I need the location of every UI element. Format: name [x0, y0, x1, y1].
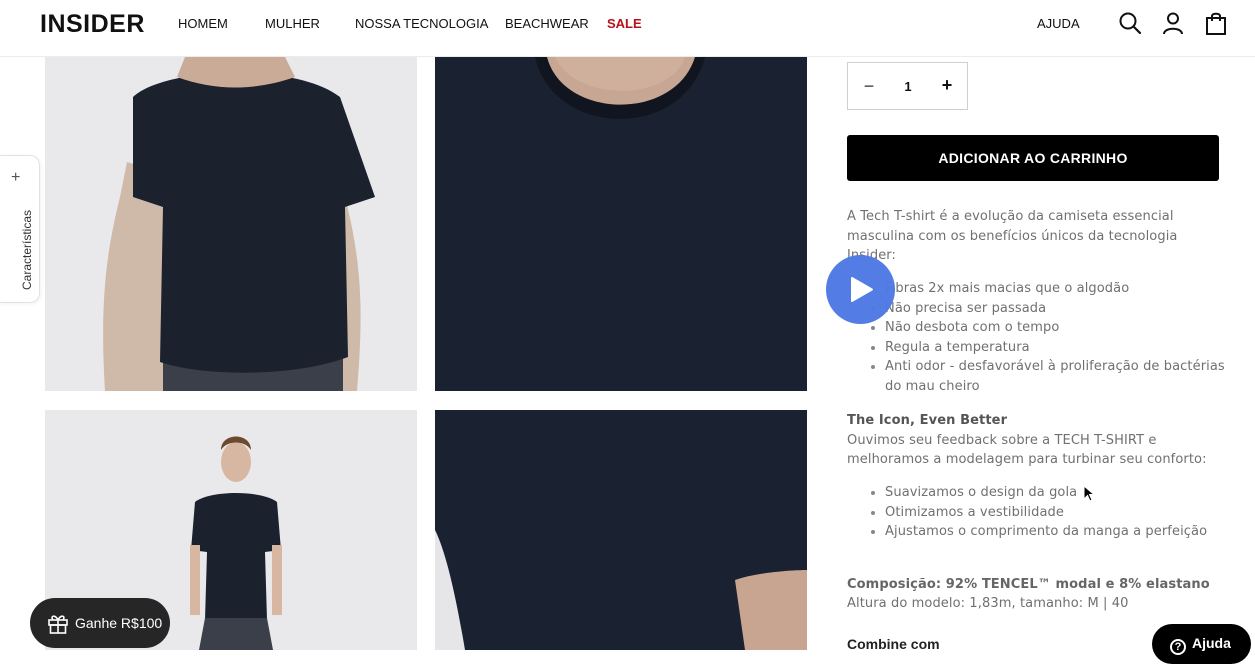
- add-to-cart-button[interactable]: ADICIONAR AO CARRINHO: [847, 135, 1219, 181]
- cursor-icon: [1083, 485, 1095, 502]
- icon-text: Ouvimos seu feedback sobre a TECH T-SHIR…: [847, 432, 1207, 468]
- combine-with-heading: Combine com: [847, 636, 940, 652]
- list-item: Otimizamos a vestibilidade: [885, 503, 1226, 523]
- product-image-collar[interactable]: [435, 57, 807, 391]
- nav-homem[interactable]: HOMEM: [178, 16, 228, 32]
- icon-section: The Icon, Even Better Ouvimos seu feedba…: [847, 411, 1219, 470]
- help-link[interactable]: AJUDA: [1037, 16, 1080, 32]
- nav-sale[interactable]: SALE: [607, 16, 642, 32]
- list-item: Não precisa ser passada: [885, 299, 1226, 319]
- help-icon: ?: [1170, 639, 1186, 655]
- video-play-button[interactable]: [826, 255, 895, 324]
- bag-icon[interactable]: [1204, 11, 1228, 35]
- product-image-back[interactable]: [45, 57, 417, 391]
- quantity-value[interactable]: 1: [896, 79, 920, 94]
- nav-nossa-tecnologia[interactable]: NOSSA TECNOLOGIA: [355, 16, 488, 32]
- nav-mulher[interactable]: MULHER: [265, 16, 320, 32]
- characteristics-tab[interactable]: + Características: [0, 155, 40, 303]
- characteristics-label: Características: [20, 209, 34, 290]
- icon-title: The Icon, Even Better: [847, 413, 1008, 428]
- search-icon[interactable]: [1118, 11, 1142, 35]
- user-icon[interactable]: [1161, 11, 1185, 35]
- list-item: Não desbota com o tempo: [885, 318, 1226, 338]
- gift-icon: [48, 615, 68, 634]
- help-chat-button[interactable]: ? Ajuda: [1152, 624, 1251, 664]
- insider-logo[interactable]: INSIDER: [40, 9, 145, 39]
- product-image-sleeve[interactable]: [435, 410, 807, 650]
- improvements-list: Suavizamos o design da gola Otimizamos a…: [866, 483, 1226, 542]
- quantity-stepper: − 1 +: [847, 62, 968, 110]
- model-info: Altura do modelo: 1,83m, tamanho: M | 40: [847, 596, 1129, 611]
- list-item: Suavizamos o design da gola: [885, 483, 1226, 503]
- composition: Composição: 92% TENCEL™ modal e 8% elast…: [847, 577, 1210, 592]
- list-item: Regula a temperatura: [885, 338, 1226, 358]
- list-item: Ajustamos o comprimento da manga a perfe…: [885, 522, 1226, 542]
- list-item: Anti odor - desfavorável à proliferação …: [885, 357, 1226, 396]
- gift-label: Ganhe R$100: [75, 615, 163, 631]
- benefits-list: Fibras 2x mais macias que o algodão Não …: [866, 279, 1226, 396]
- nav-beachwear[interactable]: BEACHWEAR: [505, 16, 589, 32]
- plus-icon: +: [11, 169, 21, 186]
- gift-reward-button[interactable]: Ganhe R$100: [30, 598, 170, 648]
- list-item: Fibras 2x mais macias que o algodão: [885, 279, 1226, 299]
- play-icon: [851, 277, 873, 302]
- product-intro: A Tech T-shirt é a evolução da camiseta …: [847, 209, 1178, 263]
- site-header: INSIDER HOMEM MULHER NOSSA TECNOLOGIA BE…: [0, 0, 1255, 57]
- quantity-decrease-button[interactable]: −: [860, 76, 878, 96]
- quantity-increase-button[interactable]: +: [938, 75, 956, 95]
